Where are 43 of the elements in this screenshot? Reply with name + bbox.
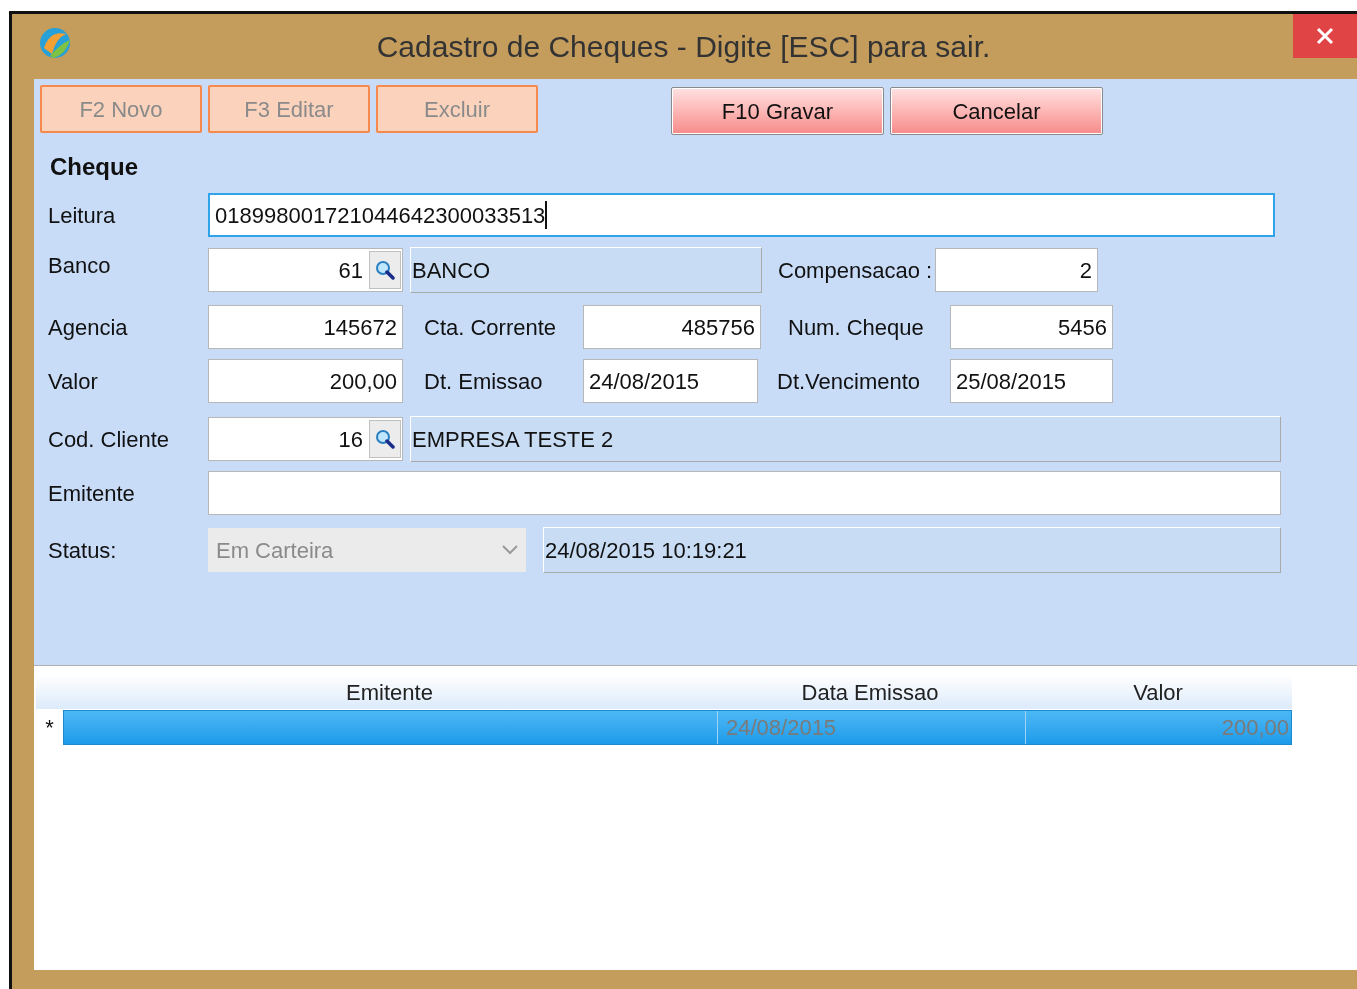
table-cell: 200,00 bbox=[1025, 711, 1291, 744]
table-cell: 24/08/2015 bbox=[717, 711, 1025, 744]
field-label: Emitente bbox=[48, 479, 136, 508]
field-label: Agencia bbox=[48, 313, 129, 342]
search-button[interactable] bbox=[369, 420, 401, 458]
search-icon bbox=[375, 260, 395, 280]
input-field[interactable]: 018998001721044642300033513 bbox=[208, 193, 1275, 237]
text-cursor bbox=[545, 201, 548, 229]
input-field[interactable]: 485756 bbox=[583, 305, 761, 349]
input-field[interactable]: 2 bbox=[935, 248, 1098, 292]
field-label: Dt. Emissao bbox=[423, 367, 544, 396]
close-button[interactable] bbox=[1293, 14, 1357, 58]
display-field: BANCO bbox=[410, 247, 762, 293]
input-field[interactable]: 145672 bbox=[208, 305, 403, 349]
display-field: 24/08/2015 10:19:21 bbox=[543, 527, 1281, 573]
input-field[interactable] bbox=[208, 471, 1281, 515]
column-header[interactable]: Valor bbox=[1024, 675, 1292, 709]
field-label: Compensacao : bbox=[777, 256, 934, 285]
search-button[interactable] bbox=[369, 251, 401, 289]
close-icon bbox=[1316, 27, 1334, 45]
field-label: Dt.Vencimento bbox=[776, 367, 922, 396]
field-label: Status: bbox=[48, 536, 118, 565]
section-title: Cheque bbox=[50, 153, 138, 180]
toolbar-button[interactable]: Cancelar bbox=[890, 87, 1103, 135]
field-label: Banco bbox=[48, 251, 112, 280]
chevron-down-icon bbox=[502, 545, 518, 555]
input-field[interactable]: 200,00 bbox=[208, 359, 403, 403]
field-label: Cod. Cliente bbox=[48, 425, 171, 454]
column-header[interactable]: Data Emissao bbox=[716, 675, 1024, 709]
input-field[interactable]: 25/08/2015 bbox=[950, 359, 1113, 403]
field-label: Leitura bbox=[48, 201, 117, 230]
search-icon bbox=[375, 429, 395, 449]
input-field[interactable]: 61 bbox=[208, 248, 403, 292]
field-label: Valor bbox=[48, 367, 99, 396]
input-field[interactable]: 24/08/2015 bbox=[583, 359, 758, 403]
toolbar-button[interactable]: F10 Gravar bbox=[671, 87, 884, 135]
window-title: Cadastro de Cheques - Digite [ESC] para sair. bbox=[375, 29, 992, 65]
input-field[interactable]: 5456 bbox=[950, 305, 1113, 349]
input-field[interactable]: 16 bbox=[208, 417, 403, 461]
display-field: EMPRESA TESTE 2 bbox=[410, 416, 1281, 462]
column-header[interactable]: Emitente bbox=[63, 675, 716, 709]
field-label: Num. Cheque bbox=[787, 313, 925, 342]
field-label: Cta. Corrente bbox=[423, 313, 558, 342]
